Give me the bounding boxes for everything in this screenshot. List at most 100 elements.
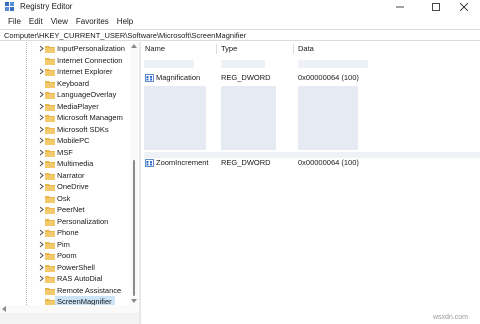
tree-item[interactable]: Microsoft SDKs: [0, 124, 130, 136]
tree-item[interactable]: MobilePC: [0, 135, 130, 147]
tree-item-label: MediaPlayer: [57, 101, 99, 111]
redacted-value: [221, 60, 265, 68]
chevron-right-icon[interactable]: [38, 126, 45, 133]
tree-item[interactable]: Phone: [0, 227, 130, 239]
folder-icon: [45, 287, 55, 295]
folder-icon: [45, 207, 55, 214]
scrollbar-thumb[interactable]: [133, 160, 135, 296]
tree-item[interactable]: Personalization: [0, 216, 130, 228]
folder-icon: [45, 276, 55, 283]
value-row[interactable]: ZoomIncrement REG_DWORD 0x00000064 (100): [141, 157, 480, 169]
watermark: wsxdn.com: [432, 314, 468, 321]
folder-icon: [45, 80, 55, 88]
chevron-right-icon[interactable]: [38, 172, 45, 179]
tree-item[interactable]: InputPersonalization: [0, 43, 130, 55]
chevron-right-icon[interactable]: [38, 103, 45, 110]
chevron-right-icon[interactable]: [38, 45, 45, 52]
folder-icon: [45, 264, 55, 272]
tree-item[interactable]: Poom: [0, 250, 130, 262]
tree-item[interactable]: Narrator: [0, 170, 130, 182]
tree-item-label: Internet Explorer: [57, 67, 113, 76]
redacted-value: [298, 60, 368, 68]
chevron-right-icon[interactable]: [38, 229, 45, 236]
folder-icon: [45, 161, 55, 168]
tree-item[interactable]: Multimedia: [0, 158, 130, 170]
tree-item[interactable]: Internet Explorer: [0, 66, 130, 78]
chevron-right-icon[interactable]: [38, 183, 45, 190]
dword-value-icon: [145, 74, 154, 82]
scroll-down-icon[interactable]: [131, 299, 137, 303]
tree-item[interactable]: Microsoft Managem: [0, 112, 130, 124]
redacted-value: [144, 86, 206, 150]
key-tree: InputPersonalization Internet Connection I…: [0, 42, 139, 313]
menu-bar: File Edit View Favorites Help: [0, 15, 480, 28]
tree-item-label: Poom: [57, 251, 77, 260]
address-bar[interactable]: Computer\HKEY_CURRENT_USER\Software\Micr…: [0, 29, 480, 41]
chevron-right-icon[interactable]: [38, 252, 45, 259]
tree-item[interactable]: MSF: [0, 147, 130, 159]
value-name: Magnification: [156, 73, 201, 82]
address-path[interactable]: Computer\HKEY_CURRENT_USER\Software\Micr…: [4, 31, 246, 41]
minimize-icon: [396, 6, 404, 8]
menu-favorites[interactable]: Favorites: [72, 15, 113, 28]
tree-item[interactable]: MediaPlayer: [0, 101, 130, 113]
chevron-right-icon[interactable]: [38, 114, 45, 121]
chevron-right-icon[interactable]: [38, 68, 45, 75]
tree-item[interactable]: Osk: [0, 193, 130, 205]
chevron-right-icon[interactable]: [38, 241, 45, 248]
chevron-right-icon[interactable]: [38, 264, 45, 271]
chevron-right-icon[interactable]: [38, 137, 45, 144]
folder-icon: [45, 46, 55, 53]
maximize-icon: [432, 3, 440, 11]
scroll-up-icon[interactable]: [131, 44, 137, 48]
tree-item[interactable]: Pim: [0, 239, 130, 251]
value-type: REG_DWORD: [221, 158, 271, 167]
chevron-right-icon[interactable]: [38, 149, 45, 156]
tree-item[interactable]: RAS AutoDial: [0, 273, 130, 285]
tree-item[interactable]: PeerNet: [0, 204, 130, 216]
value-row[interactable]: Magnification REG_DWORD 0x00000064 (100): [141, 72, 480, 84]
values-list: Name Type Data Magnification REG_DWORD 0…: [141, 42, 480, 324]
chevron-right-icon[interactable]: [38, 275, 45, 282]
title-bar: Registry Editor: [0, 0, 480, 14]
tree-item[interactable]: Internet Connection: [0, 55, 130, 67]
scroll-left-icon[interactable]: [2, 306, 6, 312]
column-divider[interactable]: [293, 44, 294, 54]
tree-item-label: InputPersonalization: [57, 44, 125, 53]
tree-item-label: MSF: [57, 147, 73, 157]
tree-item[interactable]: LanguageOverlay: [0, 89, 130, 101]
folder-icon: [45, 184, 55, 191]
registry-editor-icon: [5, 2, 14, 11]
folder-icon: [45, 126, 55, 134]
tree-item[interactable]: Remote Assistance: [0, 285, 130, 297]
column-header-data[interactable]: Data: [298, 42, 314, 56]
tree-item-label: Internet Connection: [57, 55, 123, 65]
column-divider[interactable]: [216, 44, 217, 54]
menu-file[interactable]: File: [4, 15, 25, 28]
menu-view[interactable]: View: [47, 15, 72, 28]
tree-item[interactable]: PowerShell: [0, 262, 130, 274]
chevron-right-icon[interactable]: [38, 206, 45, 213]
tree-vertical-scrollbar[interactable]: [130, 42, 138, 305]
column-header-type[interactable]: Type: [221, 42, 237, 56]
tree-item-label: Microsoft Managem: [57, 113, 123, 122]
folder-icon: [45, 69, 55, 76]
close-button[interactable]: [448, 0, 480, 14]
tree-item[interactable]: Keyboard: [0, 78, 130, 90]
tree-item[interactable]: OneDrive: [0, 181, 130, 193]
chevron-right-icon[interactable]: [38, 160, 45, 167]
folder-icon: [45, 115, 55, 122]
menu-help[interactable]: Help: [113, 15, 137, 28]
redacted-value: [144, 60, 194, 68]
tree-item-label: RAS AutoDial: [57, 274, 103, 283]
column-header-name[interactable]: Name: [145, 42, 165, 56]
tree-horizontal-scrollbar[interactable]: [0, 305, 139, 313]
tree-item-label: Personalization: [57, 216, 109, 226]
tree-item-label: Multimedia: [57, 159, 94, 168]
tree-item-label: PowerShell: [57, 262, 95, 272]
folder-icon: [45, 195, 55, 203]
menu-edit[interactable]: Edit: [25, 15, 47, 28]
chevron-right-icon[interactable]: [38, 91, 45, 98]
folder-icon: [45, 57, 55, 65]
minimize-button[interactable]: [384, 0, 416, 14]
